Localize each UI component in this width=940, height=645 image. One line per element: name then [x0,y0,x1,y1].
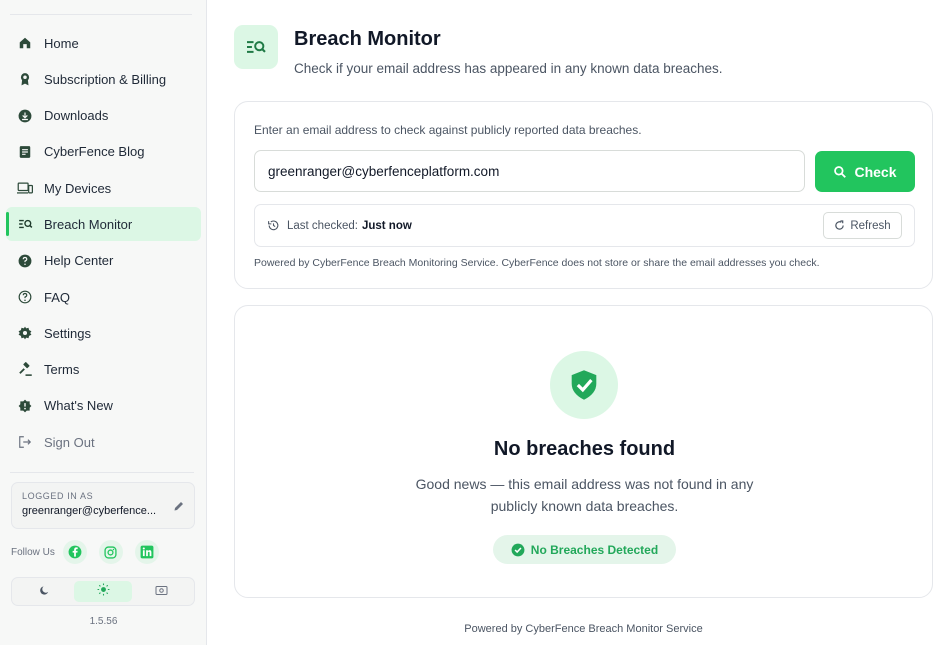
refresh-button-label: Refresh [850,219,891,232]
sidebar-item-label: Home [44,35,79,51]
theme-switcher [11,577,195,606]
result-title: No breaches found [493,438,676,460]
follow-us: Follow Us [11,540,171,564]
sidebar-item-label: What's New [44,398,113,414]
last-checked: Last checked: Just now [267,219,412,232]
status-badge-label: No Breaches Detected [530,542,659,557]
last-checked-value: Just now [361,219,412,232]
history-icon [268,220,279,231]
faq-icon [17,289,33,305]
gavel-icon [17,362,33,378]
sidebar-item-label: Subscription & Billing [44,71,167,87]
theme-light-button[interactable] [73,581,133,602]
sidebar-nav: Home Subscription & Billing Downloads Cy… [6,26,201,462]
sidebar-top-divider [10,14,192,15]
sun-icon [97,583,110,601]
sidebar-item-settings[interactable]: Settings [6,316,201,350]
privacy-note: Powered by CyberFence Breach Monitoring … [254,257,820,269]
sidebar-item-label: My Devices [44,180,112,196]
page-subtitle: Check if your email address has appeared… [294,61,723,76]
search-icon [834,165,847,178]
devices-icon [17,180,33,196]
sidebar-item-blog[interactable]: CyberFence Blog [6,135,201,169]
follow-us-label: Follow Us [11,546,55,558]
linkedin-icon[interactable] [134,540,159,564]
breach-monitor-icon [17,216,33,232]
new-icon [17,398,33,414]
email-check-card: Enter an email address to check against … [234,101,933,289]
download-icon [17,108,33,124]
breach-monitor-header-icon [234,25,278,69]
instagram-icon[interactable] [98,540,123,564]
check-button-label: Check [854,163,897,180]
blog-icon [17,144,33,160]
last-checked-row: Last checked: Just now Refresh [254,204,915,247]
sidebar-item-label: CyberFence Blog [44,144,145,160]
sidebar-item-help-center[interactable]: Help Center [6,244,201,278]
logged-in-card: LOGGED IN AS greenranger@cyberfence... [11,482,195,529]
shield-check-icon [550,351,618,419]
check-circle-icon [511,543,525,556]
email-input[interactable] [254,150,805,192]
last-checked-label: Last checked: [287,219,358,232]
moon-icon [39,583,50,601]
page-footer: Powered by CyberFence Breach Monitor Ser… [464,623,703,635]
theme-system-button[interactable] [132,581,191,602]
refresh-button[interactable]: Refresh [823,212,902,239]
logged-in-email: greenranger@cyberfence... [22,505,157,517]
result-message: Good news — this email address was not f… [415,476,754,514]
sidebar-item-label: Sign Out [44,434,95,450]
check-button[interactable]: Check [815,151,915,192]
app-version: 1.5.56 [89,616,118,627]
sidebar-item-faq[interactable]: FAQ [6,280,201,314]
help-icon [17,253,33,269]
gear-icon [17,325,33,341]
home-icon [17,35,33,51]
sidebar-item-label: Help Center [44,253,114,269]
sidebar: Home Subscription & Billing Downloads Cy… [0,0,207,645]
sidebar-item-label: FAQ [44,289,71,305]
sidebar-item-label: Settings [44,325,91,341]
badge-icon [17,71,33,87]
logged-in-label: LOGGED IN AS [22,491,94,501]
sidebar-item-subscription-billing[interactable]: Subscription & Billing [6,62,201,96]
sidebar-item-label: Terms [44,362,80,378]
sidebar-item-sign-out[interactable]: Sign Out [6,425,201,459]
system-icon [155,583,168,601]
status-badge: No Breaches Detected [493,535,676,564]
sidebar-item-my-devices[interactable]: My Devices [6,171,201,205]
page-title: Breach Monitor [294,28,441,50]
result-card: No breaches found Good news — this email… [234,305,933,598]
sidebar-item-downloads[interactable]: Downloads [6,99,201,133]
sidebar-divider [10,472,194,473]
sidebar-item-whats-new[interactable]: What's New [6,389,201,423]
sign-out-icon [17,434,33,450]
refresh-icon [835,220,845,230]
sidebar-item-breach-monitor[interactable]: Breach Monitor [6,207,201,242]
sidebar-item-home[interactable]: Home [6,26,201,60]
theme-dark-button[interactable] [15,581,74,602]
check-instructions: Enter an email address to check against … [254,123,642,137]
sidebar-item-label: Downloads [44,108,109,124]
facebook-icon[interactable] [62,540,87,564]
pencil-icon[interactable] [173,499,185,517]
sidebar-item-terms[interactable]: Terms [6,353,201,387]
sidebar-item-label: Breach Monitor [44,216,133,232]
